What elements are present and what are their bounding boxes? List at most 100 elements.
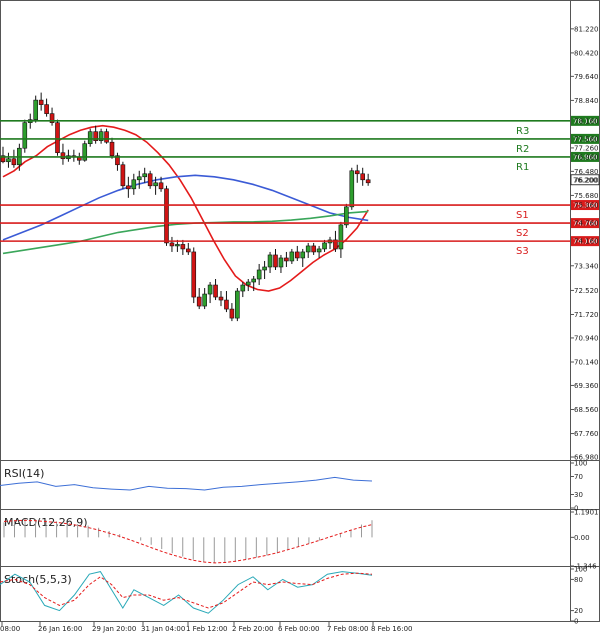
- indicator-tick-label: 0: [574, 618, 578, 626]
- candle-body: [294, 251, 300, 259]
- candle-body: [196, 296, 202, 307]
- price-tick-label: 73.340: [574, 262, 599, 270]
- time-tick-label: 1 Feb 12:00: [186, 625, 227, 633]
- price-tick-label: 76.480: [574, 168, 599, 176]
- price-tick-label: 69.360: [574, 382, 599, 390]
- level-name-s1: S1: [516, 210, 529, 221]
- indicator-tick-label: 80: [574, 576, 583, 584]
- price-tick-label: 78.160: [574, 117, 599, 125]
- price-tick-label: 70.940: [574, 334, 599, 342]
- candle-body: [136, 176, 142, 181]
- candle-body: [6, 158, 11, 163]
- candle-body: [365, 179, 371, 184]
- price-tick-label: 79.640: [574, 73, 599, 81]
- candle-body: [22, 122, 28, 149]
- candle-body: [354, 170, 360, 175]
- candle-body: [344, 206, 349, 226]
- candle-body: [300, 251, 306, 259]
- price-chart: R3 78.160 R2 77.560 R1 76.960 S1 75.360 S2 74.760…: [0, 0, 600, 633]
- price-tick-label: 75.360: [574, 202, 599, 210]
- candle-body: [229, 308, 235, 319]
- candle-body: [284, 257, 289, 262]
- candle-body: [82, 143, 88, 161]
- candle-body: [33, 99, 39, 120]
- indicator-tick-label: 20: [574, 607, 583, 615]
- candle-body: [311, 245, 316, 253]
- time-tick-label: 29 Jan 20:00: [92, 625, 136, 633]
- time-tick-label: 31 Jan 04:00: [141, 625, 185, 633]
- rsi-line: [0, 476, 373, 491]
- price-tick-label: 68.560: [574, 406, 599, 414]
- candle-body: [104, 131, 109, 143]
- candle-body: [126, 185, 131, 190]
- candle-body: [87, 131, 93, 145]
- candle-body: [251, 278, 256, 283]
- indicator-tick-label: 100: [574, 460, 587, 468]
- time-tick-label: 08:00: [0, 625, 20, 633]
- indicator-tick-label: 1.1901: [574, 509, 599, 517]
- time-tick-label: 26 Jan 16:00: [38, 625, 82, 633]
- time-tick-label: 7 Feb 08:00: [327, 625, 368, 633]
- price-tick-label: 77.560: [574, 135, 599, 143]
- price-tick-label: 74.160: [574, 238, 599, 246]
- time-tick-label: 6 Feb 00:00: [278, 625, 319, 633]
- candle-body: [142, 173, 147, 178]
- candle-body: [202, 293, 207, 307]
- price-tick-label: 78.840: [574, 97, 599, 105]
- candle-body: [349, 170, 355, 208]
- price-tick-label: 76.200: [574, 176, 599, 184]
- candle-body: [186, 248, 191, 253]
- candle-body: [240, 284, 246, 292]
- level-name-r2: R2: [516, 144, 529, 155]
- candle-body: [60, 152, 66, 160]
- price-tick-label: 75.680: [574, 192, 599, 200]
- candle-body: [180, 244, 186, 250]
- candle-body: [245, 281, 251, 286]
- candle-body: [322, 242, 327, 250]
- candle-body: [218, 296, 224, 301]
- time-tick-label: 8 Feb 16:00: [371, 625, 412, 633]
- candle-body: [169, 242, 175, 247]
- candle-body: [44, 104, 49, 114]
- price-tick-label: 80.420: [574, 49, 599, 57]
- candle-body: [175, 244, 180, 247]
- candle-body: [164, 188, 169, 244]
- candle-body: [278, 257, 284, 268]
- candle-body: [360, 173, 366, 181]
- candle-body: [207, 284, 213, 295]
- candle-body: [267, 254, 273, 268]
- candle-body: [262, 266, 267, 271]
- level-name-r3: R3: [516, 126, 529, 137]
- candle-body: [305, 245, 311, 253]
- candle-body: [191, 251, 197, 298]
- candle-body: [316, 248, 322, 253]
- candle-body: [224, 299, 229, 310]
- price-tick-label: 71.720: [574, 311, 599, 319]
- candle-body: [38, 99, 44, 105]
- indicator-name: RSI(14): [4, 467, 44, 480]
- candle-body: [147, 173, 153, 187]
- candle-body: [120, 164, 126, 187]
- time-tick-label: 2 Feb 20:00: [232, 625, 273, 633]
- level-name-s2: S2: [516, 228, 529, 239]
- candle-body: [289, 251, 295, 262]
- price-tick-label: 81.220: [574, 25, 599, 33]
- candle-body: [256, 269, 262, 280]
- price-tick-label: 72.520: [574, 287, 599, 295]
- price-tick-label: 67.760: [574, 430, 599, 438]
- candle-body: [273, 254, 278, 268]
- candle-body: [109, 141, 115, 157]
- indicator-tick-label: 100: [574, 566, 587, 574]
- level-name-s3: S3: [516, 246, 529, 257]
- price-tick-label: 76.960: [574, 153, 599, 161]
- candle-body: [131, 179, 137, 190]
- indicator-tick-label: 30: [574, 491, 583, 499]
- ma-blue-line: [2, 174, 369, 241]
- level-name-r1: R1: [516, 162, 529, 173]
- candle-body: [338, 224, 344, 250]
- candle-body: [158, 182, 164, 190]
- candle-body: [55, 122, 60, 154]
- indicator-tick-label: 70: [574, 473, 583, 481]
- price-tick-label: 74.760: [574, 220, 599, 228]
- candle-body: [11, 158, 17, 166]
